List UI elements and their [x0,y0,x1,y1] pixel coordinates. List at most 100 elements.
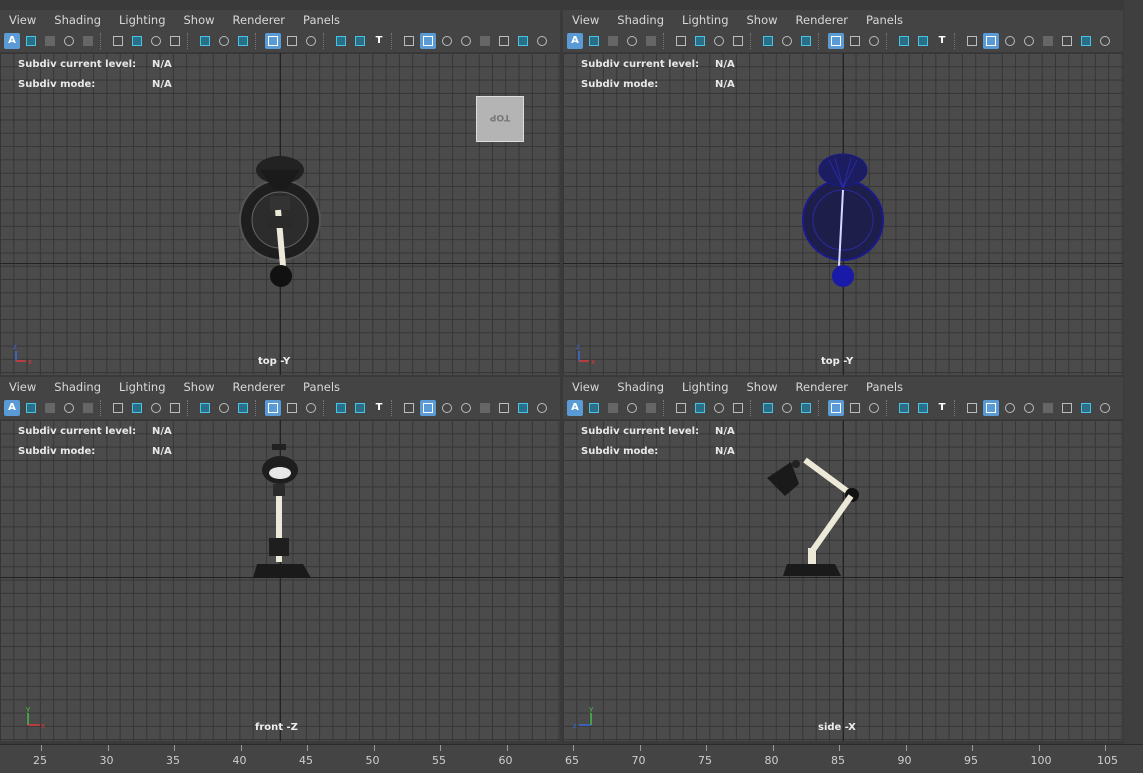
textured-icon[interactable] [477,33,493,49]
menu-lighting[interactable]: Lighting [673,10,737,30]
shaded-wire-icon[interactable] [1002,400,1018,416]
menu-shading[interactable]: Shading [608,377,673,397]
wireframe-pen-icon[interactable] [798,400,814,416]
shaded-wire-icon[interactable] [1002,33,1018,49]
menu-show[interactable]: Show [175,377,224,397]
camera-attributes-icon[interactable] [23,400,39,416]
grid-toggle-icon[interactable] [828,400,844,416]
camera-icon[interactable] [673,33,689,49]
isolate-icon[interactable] [760,33,776,49]
select-camera-icon[interactable]: A [4,33,20,49]
text-icon[interactable]: T [934,400,950,416]
xray-icon[interactable] [779,33,795,49]
menu-renderer[interactable]: Renderer [224,377,295,397]
image-plane-icon[interactable] [61,400,77,416]
default-material-icon[interactable] [1021,400,1037,416]
menu-panels[interactable]: Panels [857,10,912,30]
shadows-icon[interactable] [515,33,531,49]
lighting-icon[interactable] [1059,33,1075,49]
select-camera-icon[interactable]: A [567,33,583,49]
camera-attributes-icon[interactable] [23,33,39,49]
default-material-icon[interactable] [458,400,474,416]
viewport-canvas[interactable]: Subdiv current level: N/A Subdiv mode: N/A… [0,420,560,741]
wireframe-icon[interactable] [401,33,417,49]
menu-view[interactable]: View [0,10,45,30]
film-gate-toggle-icon[interactable] [284,400,300,416]
grid-view-icon[interactable] [643,33,659,49]
camera-icon[interactable] [110,33,126,49]
camera-icon[interactable] [110,400,126,416]
text-icon[interactable]: T [371,33,387,49]
viewport-pane-top-right[interactable]: View Shading Lighting Show Renderer Pane… [563,10,1123,375]
default-material-icon[interactable] [1021,33,1037,49]
wireframe-pen-icon[interactable] [798,33,814,49]
menu-lighting[interactable]: Lighting [673,377,737,397]
smooth-shade-icon[interactable] [420,400,436,416]
bookmarks-icon[interactable] [605,33,621,49]
bookmark-icon[interactable] [730,400,746,416]
bookmarks-icon[interactable] [42,400,58,416]
lamp-wireframe-view[interactable] [793,148,893,293]
shadows-icon[interactable] [515,400,531,416]
camera-attributes-icon[interactable] [586,33,602,49]
film-gate-icon[interactable] [129,400,145,416]
textured-icon[interactable] [477,400,493,416]
menu-panels[interactable]: Panels [857,377,912,397]
film-gate-toggle-icon[interactable] [284,33,300,49]
isolate-icon[interactable] [197,33,213,49]
bookmark-icon[interactable] [167,400,183,416]
grid-view-icon[interactable] [643,400,659,416]
viewport-canvas[interactable]: Subdiv current level: N/A Subdiv mode: N/A… [563,53,1123,375]
lamp-side-view[interactable] [763,456,873,580]
lamp-top-view[interactable] [230,148,330,293]
xray-icon[interactable] [216,33,232,49]
time-slider[interactable]: 25 30 35 40 45 50 55 60 65 70 75 80 85 90 95 100 105 [0,744,1143,773]
menu-show[interactable]: Show [738,10,787,30]
menu-lighting[interactable]: Lighting [110,10,174,30]
shaded-wire-icon[interactable] [439,400,455,416]
viewport-pane-bottom-right[interactable]: View Shading Lighting Show Renderer Pane… [563,377,1123,741]
menu-show[interactable]: Show [175,10,224,30]
ambient-occlusion-icon[interactable] [534,33,550,49]
grid-view-icon[interactable] [80,400,96,416]
safe-action-icon[interactable] [303,33,319,49]
wireframe-pen-icon[interactable] [235,400,251,416]
camera-icon[interactable] [673,400,689,416]
bookmark-icon[interactable] [730,33,746,49]
smooth-shade-icon[interactable] [983,33,999,49]
wireframe-icon[interactable] [964,33,980,49]
wireframe-icon[interactable] [401,400,417,416]
select-camera-icon[interactable]: A [4,400,20,416]
side-scrollbar[interactable] [1124,0,1143,744]
grid-toggle-icon[interactable] [828,33,844,49]
film-gate-icon[interactable] [692,400,708,416]
image-plane-icon[interactable] [624,33,640,49]
menu-show[interactable]: Show [738,377,787,397]
select-camera-icon[interactable]: A [567,400,583,416]
film-gate-icon[interactable] [129,33,145,49]
menu-view[interactable]: View [563,377,608,397]
camera-attributes-icon[interactable] [586,400,602,416]
xray-icon[interactable] [779,400,795,416]
shadows-icon[interactable] [1078,400,1094,416]
text-icon[interactable]: T [934,33,950,49]
menu-renderer[interactable]: Renderer [787,377,858,397]
textured-icon[interactable] [1040,33,1056,49]
textured-icon[interactable] [1040,400,1056,416]
xray-icon[interactable] [216,400,232,416]
menu-view[interactable]: View [563,10,608,30]
menu-view[interactable]: View [0,377,45,397]
menu-lighting[interactable]: Lighting [110,377,174,397]
smooth-shade-icon[interactable] [983,400,999,416]
menu-shading[interactable]: Shading [45,377,110,397]
field-chart-icon[interactable] [333,400,349,416]
viewcube[interactable]: TOP [476,96,524,142]
resolution-gate-icon[interactable] [148,400,164,416]
smooth-shade-icon[interactable] [420,33,436,49]
safe-action-icon[interactable] [303,400,319,416]
bookmarks-icon[interactable] [605,400,621,416]
isolate-icon[interactable] [760,400,776,416]
grid-toggle-icon[interactable] [265,400,281,416]
menu-shading[interactable]: Shading [608,10,673,30]
text-icon[interactable]: T [371,400,387,416]
